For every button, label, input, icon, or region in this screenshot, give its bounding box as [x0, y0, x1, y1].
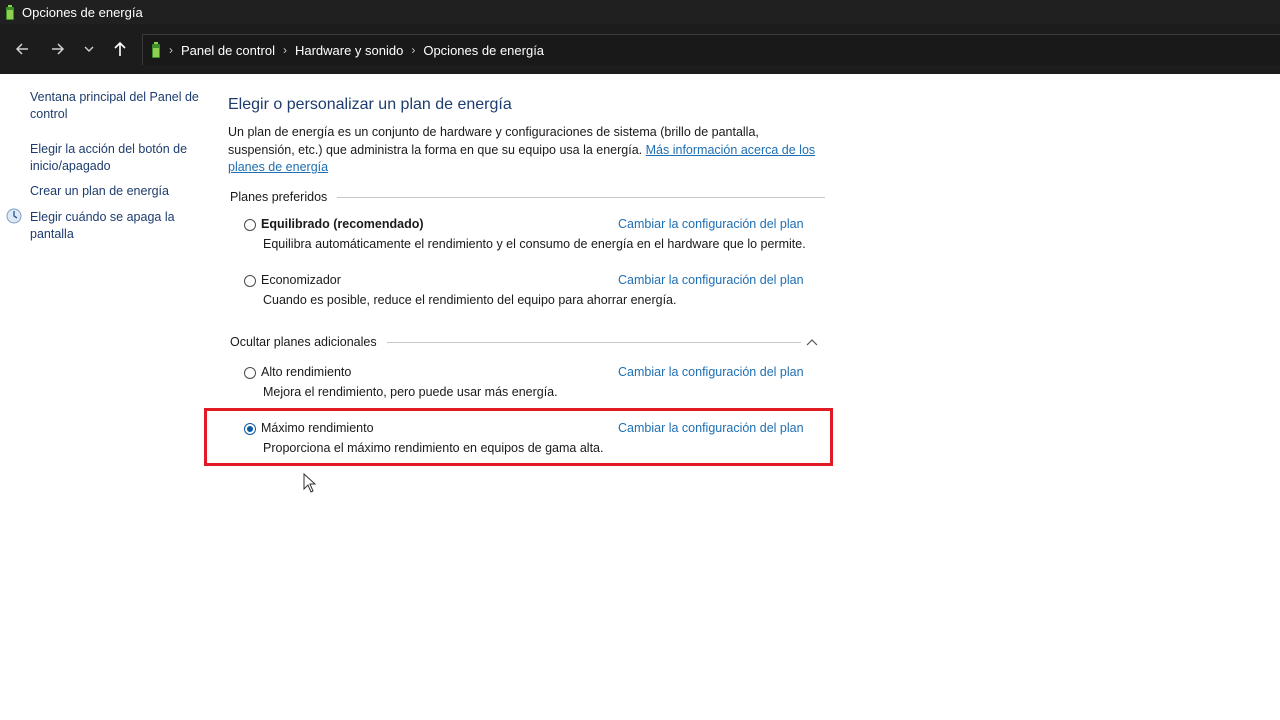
divider [337, 196, 826, 198]
battery-icon [5, 4, 15, 20]
divider [386, 341, 801, 343]
plan-name-economizador[interactable]: Economizador [261, 273, 341, 287]
highlight-box [204, 408, 833, 466]
change-plan-link-equilibrado[interactable]: Cambiar la configuración del plan [618, 217, 804, 231]
chevron-up-icon[interactable] [806, 335, 818, 353]
sidebar-link-display-off[interactable]: Elegir cuándo se apaga la pantalla [30, 209, 200, 243]
breadcrumb-item-hardware-y-sonido[interactable]: Hardware y sonido [295, 43, 403, 58]
forward-arrow-icon[interactable] [45, 36, 71, 62]
radio-equilibrado[interactable] [244, 219, 256, 231]
plan-description-economizador: Cuando es posible, reduce el rendimiento… [263, 293, 677, 307]
chevron-down-icon[interactable] [76, 36, 102, 62]
chevron-right-icon: › [411, 43, 416, 57]
breadcrumb-item-opciones-de-energia[interactable]: Opciones de energía [423, 43, 544, 58]
battery-icon [151, 42, 161, 58]
up-arrow-icon[interactable] [107, 36, 133, 62]
display-settings-icon [6, 208, 22, 229]
plan-description-alto-rendimiento: Mejora el rendimiento, pero puede usar m… [263, 385, 558, 399]
chevron-right-icon: › [169, 43, 173, 57]
radio-economizador[interactable] [244, 275, 256, 287]
address-bar: › Panel de control › Hardware y sonido ›… [0, 24, 1280, 74]
mouse-cursor-icon [303, 472, 317, 498]
preferred-plans-header: Planes preferidos [230, 190, 826, 204]
chevron-right-icon: › [282, 43, 287, 57]
radio-alto-rendimiento[interactable] [244, 367, 256, 379]
sidebar-link-create-plan[interactable]: Crear un plan de energía [30, 183, 200, 200]
additional-plans-header: Ocultar planes adicionales [230, 335, 801, 349]
plan-name-alto-rendimiento[interactable]: Alto rendimiento [261, 365, 351, 379]
plan-description-equilibrado: Equilibra automáticamente el rendimiento… [263, 237, 806, 251]
page-description: Un plan de energía es un conjunto de har… [228, 125, 816, 174]
plan-name-equilibrado[interactable]: Equilibrado (recomendado) [261, 217, 424, 231]
change-plan-link-alto-rendimiento[interactable]: Cambiar la configuración del plan [618, 365, 804, 379]
sidebar-link-control-panel-home[interactable]: Ventana principal del Panel de control [30, 89, 200, 123]
back-arrow-icon[interactable] [9, 36, 35, 62]
sidebar-link-power-button-action[interactable]: Elegir la acción del botón de inicio/apa… [30, 141, 200, 175]
breadcrumb-item-panel-de-control[interactable]: Panel de control [181, 43, 275, 58]
page-title: Elegir o personalizar un plan de energía [228, 96, 512, 113]
breadcrumb[interactable]: › Panel de control › Hardware y sonido ›… [142, 34, 1280, 65]
title-bar: Opciones de energía [0, 0, 1280, 24]
window-title: Opciones de energía [22, 4, 143, 20]
change-plan-link-economizador[interactable]: Cambiar la configuración del plan [618, 273, 804, 287]
